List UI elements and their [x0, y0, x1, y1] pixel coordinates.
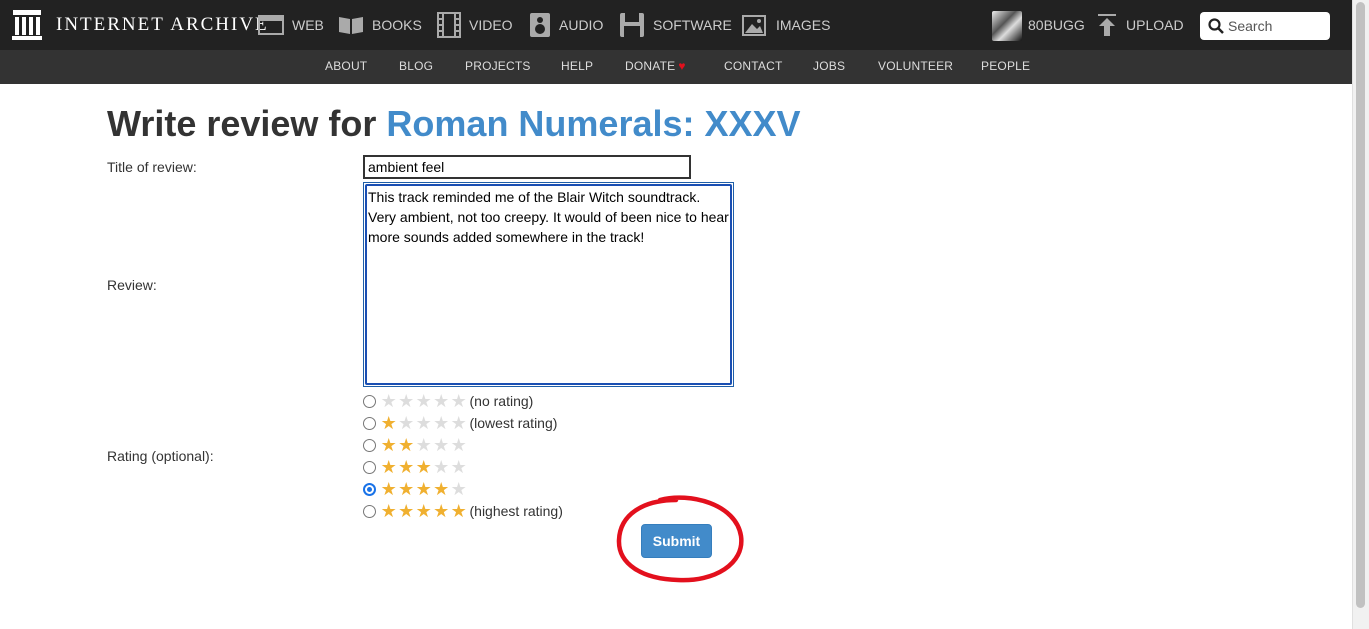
- title-label: Title of review:: [107, 159, 197, 175]
- subnav-projects[interactable]: PROJECTS: [465, 59, 531, 73]
- rating-label: Rating (optional):: [107, 448, 214, 464]
- subnav-contact[interactable]: CONTACT: [724, 59, 783, 73]
- upload-icon: [1098, 14, 1116, 36]
- nav-software-label: SOFTWARE: [653, 17, 732, 33]
- username[interactable]: 80BUGG: [1028, 17, 1085, 33]
- user-avatar[interactable]: [992, 11, 1022, 41]
- star-icon: ★: [433, 435, 450, 455]
- star-icon: ★: [433, 501, 450, 521]
- heart-icon: ♥: [678, 59, 686, 73]
- star-icon: ★: [398, 501, 415, 521]
- rating-radio[interactable]: [363, 460, 376, 474]
- nav-books[interactable]: BOOKS: [338, 12, 422, 38]
- software-icon: [620, 13, 644, 37]
- secondary-nav-bar: ABOUT BLOG PROJECTS HELP DONATE ♥ CONTACT…: [0, 50, 1352, 84]
- rating-radio[interactable]: [363, 438, 376, 452]
- nav-images[interactable]: IMAGES: [742, 12, 830, 38]
- archive-building-icon: [12, 10, 42, 40]
- subnav-donate-label: DONATE: [625, 59, 676, 73]
- review-textarea[interactable]: This track reminded me of the Blair Witc…: [365, 184, 732, 385]
- nav-video-label: VIDEO: [469, 17, 513, 33]
- search-icon: [1208, 18, 1224, 34]
- rating-option-label: (highest rating): [469, 503, 563, 519]
- rating-option-label: (no rating): [469, 393, 534, 409]
- subnav-volunteer[interactable]: VOLUNTEER: [878, 59, 953, 73]
- star-icon: ★: [450, 435, 467, 455]
- star-icon: ★: [450, 457, 467, 477]
- star-icon: ★: [433, 479, 450, 499]
- star-icon: ★: [450, 391, 467, 411]
- scrollbar-thumb[interactable]: [1356, 2, 1365, 608]
- audio-icon: [530, 13, 550, 37]
- video-icon: [437, 12, 461, 38]
- star-icon: ★: [433, 391, 450, 411]
- nav-software[interactable]: SOFTWARE: [619, 12, 732, 38]
- subnav-about[interactable]: ABOUT: [325, 59, 367, 73]
- star-icon: ★: [380, 413, 397, 433]
- star-icon: ★: [415, 391, 432, 411]
- subnav-jobs[interactable]: JOBS: [813, 59, 845, 73]
- nav-upload-label: UPLOAD: [1126, 17, 1184, 33]
- review-label: Review:: [107, 277, 157, 293]
- star-icon: ★: [415, 413, 432, 433]
- nav-web-label: WEB: [292, 17, 324, 33]
- page-title-prefix: Write review for: [107, 103, 387, 144]
- rating-radio[interactable]: [363, 394, 376, 408]
- star-icon: ★: [380, 435, 397, 455]
- nav-books-label: BOOKS: [372, 17, 422, 33]
- rating-option[interactable]: ★ ★ ★ ★ ★ (no rating): [363, 391, 533, 411]
- rating-option[interactable]: ★ ★ ★ ★ ★: [363, 479, 470, 499]
- star-icon: ★: [450, 413, 467, 433]
- star-icon: ★: [398, 413, 415, 433]
- nav-web[interactable]: WEB: [258, 12, 324, 38]
- subnav-blog[interactable]: BLOG: [399, 59, 433, 73]
- star-icon: ★: [415, 457, 432, 477]
- nav-audio-label: AUDIO: [559, 17, 604, 33]
- rating-radio[interactable]: [363, 482, 376, 496]
- subnav-help[interactable]: HELP: [561, 59, 593, 73]
- page-title: Write review for Roman Numerals: XXXV: [107, 103, 801, 145]
- rating-option[interactable]: ★ ★ ★ ★ ★ (highest rating): [363, 501, 563, 521]
- review-textarea-wrapper: This track reminded me of the Blair Witc…: [363, 182, 734, 387]
- star-icon: ★: [380, 479, 397, 499]
- star-icon: ★: [398, 479, 415, 499]
- star-icon: ★: [380, 391, 397, 411]
- star-icon: ★: [415, 479, 432, 499]
- nav-audio[interactable]: AUDIO: [529, 12, 603, 38]
- subnav-donate[interactable]: DONATE ♥: [625, 59, 686, 73]
- subnav-people[interactable]: PEOPLE: [981, 59, 1030, 73]
- star-icon: ★: [380, 457, 397, 477]
- star-icon: ★: [415, 501, 432, 521]
- nav-video[interactable]: VIDEO: [437, 12, 513, 38]
- books-icon: [339, 17, 363, 34]
- review-title-input[interactable]: [363, 155, 691, 179]
- rating-radio[interactable]: [363, 416, 376, 430]
- nav-images-label: IMAGES: [776, 17, 831, 33]
- star-icon: ★: [450, 479, 467, 499]
- star-icon: ★: [415, 435, 432, 455]
- star-icon: ★: [380, 501, 397, 521]
- brand-name: INTERNET ARCHIVE: [56, 14, 269, 35]
- star-icon: ★: [398, 457, 415, 477]
- rating-option[interactable]: ★ ★ ★ ★ ★: [363, 435, 470, 455]
- star-icon: ★: [433, 457, 450, 477]
- images-icon: [742, 15, 766, 36]
- rating-radio[interactable]: [363, 504, 376, 518]
- star-icon: ★: [450, 501, 467, 521]
- star-icon: ★: [433, 413, 450, 433]
- star-icon: ★: [398, 435, 415, 455]
- red-annotation-circle: [616, 495, 744, 583]
- web-icon: [258, 15, 284, 35]
- top-nav-bar: INTERNET ARCHIVE WEB BOOKS VIDEO AUDIO S…: [0, 0, 1352, 50]
- item-title-link[interactable]: Roman Numerals: XXXV: [386, 103, 800, 144]
- rating-option[interactable]: ★ ★ ★ ★ ★: [363, 457, 470, 477]
- rating-option[interactable]: ★ ★ ★ ★ ★ (lowest rating): [363, 413, 557, 433]
- internet-archive-logo[interactable]: INTERNET ARCHIVE: [12, 9, 269, 41]
- search-box[interactable]: [1200, 12, 1330, 40]
- rating-option-label: (lowest rating): [469, 415, 558, 431]
- search-input[interactable]: [1228, 18, 1328, 34]
- star-icon: ★: [398, 391, 415, 411]
- nav-upload[interactable]: UPLOAD: [1096, 12, 1184, 38]
